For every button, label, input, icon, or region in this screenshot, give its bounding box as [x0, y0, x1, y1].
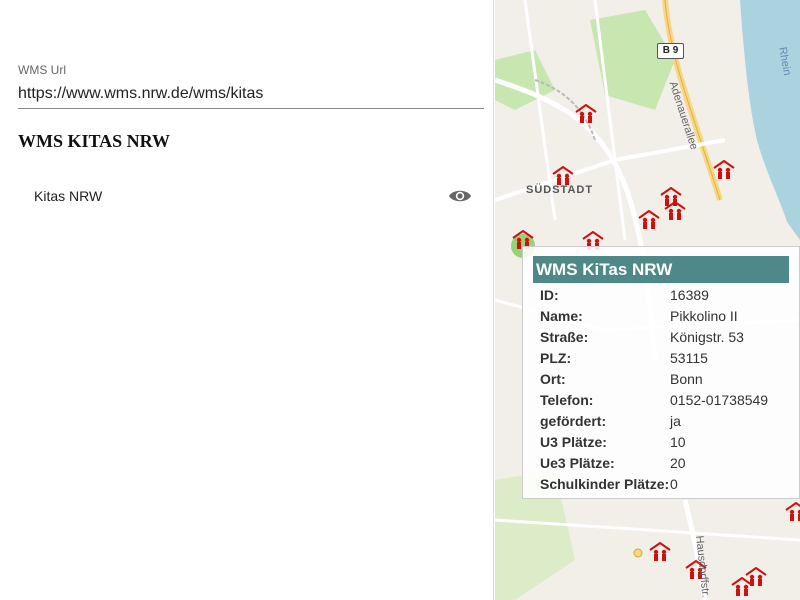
field-value: 53115 — [670, 350, 708, 366]
kita-marker[interactable] — [638, 209, 660, 230]
wms-url-input[interactable] — [18, 80, 484, 109]
table-row: gefördert: ja — [540, 413, 768, 434]
field-value: ja — [670, 413, 681, 429]
field-value: 10 — [670, 434, 686, 450]
field-value: Königstr. 53 — [670, 329, 744, 345]
feature-info-table: ID: 16389 Name: Pikkolino II Straße: Königs… — [540, 287, 768, 497]
field-key: ID: — [540, 287, 559, 303]
field-key: Straße: — [540, 329, 589, 345]
field-value: Bonn — [670, 371, 703, 387]
layer-panel: WMS Url WMS KITAS NRW Kitas NRW — [0, 0, 494, 600]
field-key: PLZ: — [540, 350, 572, 366]
wms-url-label: WMS Url — [18, 63, 66, 77]
table-row: ID: 16389 — [540, 287, 768, 308]
kita-marker[interactable] — [575, 103, 597, 124]
table-row: Schulkinder Plätze: 0 — [540, 476, 768, 497]
feature-info-popup: WMS KiTas NRW ID: 16389 Name: Pikkolino II… — [522, 246, 800, 499]
table-row: Straße: Königstr. 53 — [540, 329, 768, 350]
field-value: 16389 — [670, 287, 709, 303]
field-key: gefördert: — [540, 413, 607, 429]
field-key: Ue3 Plätze: — [540, 455, 615, 471]
layer-item-kitas[interactable]: Kitas NRW — [18, 178, 484, 214]
section-title: WMS KITAS NRW — [18, 131, 171, 151]
field-value: Pikkolino II — [670, 308, 738, 324]
table-row: Ue3 Plätze: 20 — [540, 455, 768, 476]
field-value: 20 — [670, 455, 686, 471]
road-shield: B 9 — [657, 43, 684, 59]
kita-marker[interactable] — [745, 566, 767, 587]
table-row: U3 Plätze: 10 — [540, 434, 768, 455]
table-row: Name: Pikkolino II — [540, 308, 768, 329]
table-row: Ort: Bonn — [540, 371, 768, 392]
table-row: PLZ: 53115 — [540, 350, 768, 371]
field-key: U3 Plätze: — [540, 434, 607, 450]
field-value: 0 — [670, 476, 678, 492]
kita-marker[interactable] — [713, 159, 735, 180]
kita-marker[interactable] — [649, 541, 671, 562]
kita-marker[interactable] — [552, 165, 574, 186]
field-key: Telefon: — [540, 392, 594, 408]
layer-name: Kitas NRW — [34, 188, 103, 204]
kita-marker[interactable] — [785, 501, 800, 522]
popup-title: WMS KiTas NRW — [533, 256, 789, 283]
field-key: Name: — [540, 308, 583, 324]
district-label: SÜDSTADT — [526, 184, 594, 196]
field-key: Schulkinder Plätze: — [540, 476, 670, 492]
field-key: Ort: — [540, 371, 566, 387]
kita-marker[interactable] — [664, 200, 686, 221]
table-row: Telefon: 0152-01738549 — [540, 392, 768, 413]
eye-icon[interactable] — [448, 186, 472, 206]
field-value: 0152-01738549 — [670, 392, 769, 408]
